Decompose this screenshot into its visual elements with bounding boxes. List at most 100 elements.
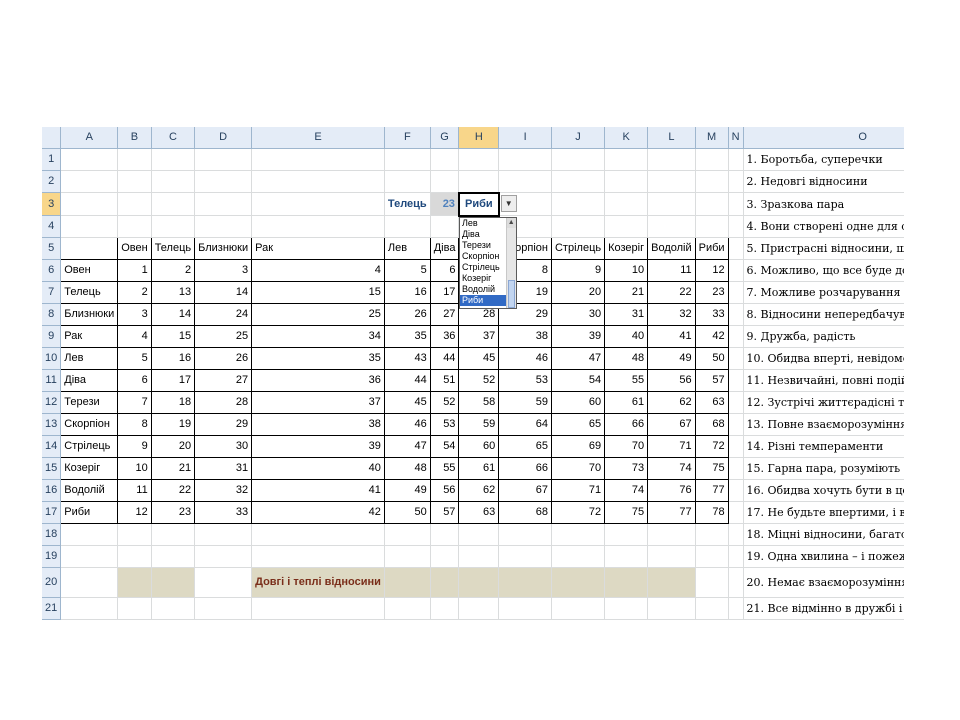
table-value-cell[interactable]: 48: [383, 457, 431, 480]
table-value-cell[interactable]: 70: [550, 457, 606, 480]
cell[interactable]: [251, 545, 385, 568]
cell[interactable]: [551, 170, 606, 193]
row-header[interactable]: 19: [42, 545, 62, 568]
table-value-cell[interactable]: 36: [429, 325, 460, 348]
row-header[interactable]: 6: [42, 259, 62, 282]
table-value-cell[interactable]: 60: [550, 391, 606, 414]
table-value-cell[interactable]: 3: [194, 259, 253, 282]
cell[interactable]: [728, 567, 744, 598]
table-row-label[interactable]: Лев: [60, 347, 119, 370]
table-value-cell[interactable]: 56: [429, 479, 460, 502]
table-value-cell[interactable]: 42: [251, 501, 385, 524]
cell[interactable]: [728, 597, 744, 620]
table-value-cell[interactable]: 16: [383, 281, 431, 304]
dropdown-list[interactable]: Лев Діва Терези Скорпіон Стрілець Козеріг Водо…: [458, 216, 517, 309]
scroll-up-icon[interactable]: ▲: [506, 217, 516, 228]
cell[interactable]: [695, 148, 729, 171]
row-header[interactable]: 2: [42, 170, 62, 193]
table-value-cell[interactable]: 37: [251, 391, 385, 414]
table-value-cell[interactable]: 42: [694, 325, 729, 348]
column-header[interactable]: L: [647, 127, 696, 149]
note-cell[interactable]: 9. Дружба, радість: [743, 325, 904, 348]
table-value-cell[interactable]: 66: [498, 457, 552, 480]
table-value-cell[interactable]: 63: [458, 501, 500, 524]
table-value-cell[interactable]: 6: [429, 259, 460, 282]
cell[interactable]: [728, 192, 744, 216]
column-header[interactable]: H: [458, 127, 500, 149]
table-value-cell[interactable]: 3: [117, 303, 152, 326]
dropdown-scrollbar[interactable]: ▲: [505, 217, 516, 308]
table-value-cell[interactable]: 59: [498, 391, 552, 414]
table-value-cell[interactable]: 6: [117, 369, 152, 392]
cell[interactable]: [151, 523, 196, 546]
cell[interactable]: [647, 148, 696, 171]
cell[interactable]: [604, 170, 649, 193]
table-value-cell[interactable]: 29: [194, 413, 253, 436]
note-cell[interactable]: 7. Можливе розчарування: [743, 281, 904, 304]
table-value-cell[interactable]: 55: [604, 369, 649, 392]
column-header[interactable]: F: [384, 127, 431, 149]
table-value-cell[interactable]: 56: [647, 369, 696, 392]
table-header-cell[interactable]: Близнюки: [194, 237, 253, 260]
table-value-cell[interactable]: 44: [383, 369, 431, 392]
note-cell[interactable]: 17. Не будьте впертими, і все буде добр: [743, 501, 904, 524]
table-value-cell[interactable]: 51: [429, 369, 460, 392]
table-value-cell[interactable]: 57: [694, 369, 729, 392]
cell[interactable]: [430, 148, 460, 171]
cell[interactable]: [151, 215, 196, 238]
table-value-cell[interactable]: 41: [647, 325, 696, 348]
note-cell[interactable]: 11. Незвичайні, повні подій відносини: [743, 369, 904, 392]
table-value-cell[interactable]: 13: [150, 281, 196, 304]
cell[interactable]: [251, 192, 385, 216]
table-value-cell[interactable]: 44: [429, 347, 460, 370]
banner-text[interactable]: Довгі і теплі відносини: [251, 567, 385, 598]
table-value-cell[interactable]: 14: [150, 303, 196, 326]
table-header-cell[interactable]: Лев: [383, 237, 431, 260]
cell[interactable]: [551, 192, 606, 216]
table-value-cell[interactable]: 69: [550, 435, 606, 458]
table-value-cell[interactable]: 49: [383, 479, 431, 502]
table-value-cell[interactable]: 63: [694, 391, 729, 414]
table-header-cell[interactable]: Стрілець: [550, 237, 606, 260]
table-value-cell[interactable]: 30: [194, 435, 253, 458]
table-value-cell[interactable]: 75: [604, 501, 649, 524]
table-value-cell[interactable]: 22: [647, 281, 696, 304]
table-value-cell[interactable]: 39: [251, 435, 385, 458]
cell[interactable]: [551, 215, 606, 238]
cell[interactable]: [60, 170, 119, 193]
cell[interactable]: [251, 523, 385, 546]
table-header-cell[interactable]: Телець: [150, 237, 196, 260]
row-header[interactable]: 16: [42, 479, 62, 502]
table-value-cell[interactable]: 2: [150, 259, 196, 282]
column-header[interactable]: A: [60, 127, 119, 149]
table-header-cell[interactable]: Риби: [694, 237, 729, 260]
table-value-cell[interactable]: 8: [117, 413, 152, 436]
cell[interactable]: [251, 597, 385, 620]
table-header-cell[interactable]: Овен: [117, 237, 152, 260]
table-value-cell[interactable]: 53: [429, 413, 460, 436]
note-cell[interactable]: 8. Відносини непередбачувані: [743, 303, 904, 326]
cell[interactable]: [728, 170, 744, 193]
cell[interactable]: [458, 148, 500, 171]
cell[interactable]: [194, 148, 253, 171]
cell[interactable]: [551, 597, 606, 620]
table-value-cell[interactable]: 11: [117, 479, 152, 502]
table-value-cell[interactable]: 41: [251, 479, 385, 502]
table-value-cell[interactable]: 32: [647, 303, 696, 326]
cell[interactable]: [728, 369, 744, 392]
table-value-cell[interactable]: 61: [458, 457, 500, 480]
cell[interactable]: [60, 192, 119, 216]
cell[interactable]: [60, 148, 119, 171]
table-value-cell[interactable]: 65: [498, 435, 552, 458]
scroll-thumb[interactable]: [507, 279, 515, 308]
note-cell[interactable]: 2. Недовгі відносини: [743, 170, 904, 193]
row-header[interactable]: 10: [42, 347, 62, 370]
table-value-cell[interactable]: 7: [117, 391, 152, 414]
table-value-cell[interactable]: 68: [498, 501, 552, 524]
note-cell[interactable]: 5. Пристрасні відносини, щаслива пара: [743, 237, 904, 260]
table-header-cell[interactable]: Діва: [429, 237, 460, 260]
cell[interactable]: [151, 597, 196, 620]
lookup-sign-cell[interactable]: Телець: [384, 192, 431, 216]
cell[interactable]: [384, 170, 431, 193]
table-value-cell[interactable]: 71: [647, 435, 696, 458]
